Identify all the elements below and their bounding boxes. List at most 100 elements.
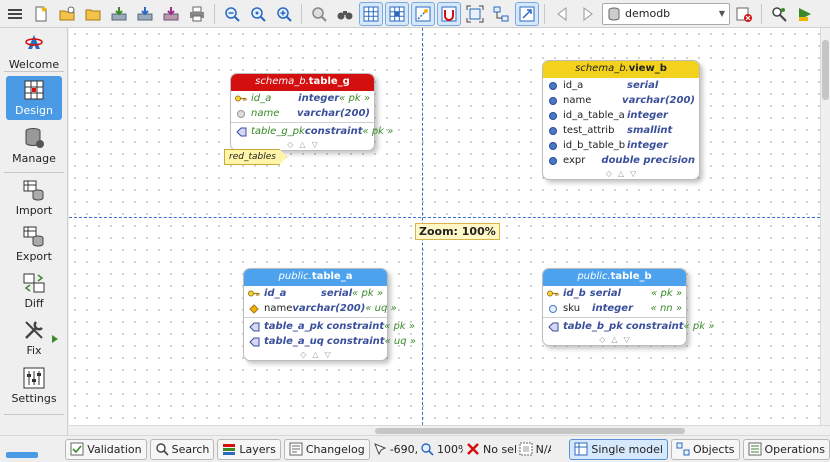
view-row[interactable]: id_a serial — [543, 78, 699, 93]
table-schema-b-table-g[interactable]: schema_b.table_g id_a integer « pk » nam… — [230, 73, 393, 151]
table-public-table-b[interactable]: public.table_b id_b serial « pk » sku in… — [542, 268, 714, 346]
overview-icon[interactable] — [437, 1, 461, 26]
primary-key-icon — [235, 94, 247, 104]
objects-button[interactable]: Objects — [670, 438, 740, 460]
zoom-in-icon[interactable] — [272, 2, 296, 26]
view-row[interactable]: name varchar(200) — [543, 93, 699, 108]
sidebar-item-label: Diff — [24, 297, 44, 310]
table-row[interactable]: id_a integer « pk » — [231, 91, 374, 106]
sidebar-item-settings[interactable]: Settings — [6, 366, 62, 405]
objects-count-icon — [519, 442, 533, 456]
layers-button[interactable]: Layers — [217, 438, 281, 460]
column-name: name — [251, 108, 280, 119]
table-row[interactable]: table_a_uq constraint « uq » — [244, 334, 416, 349]
table-row[interactable]: table_g_pk constraint « pk » — [231, 124, 393, 139]
binoculars-icon[interactable] — [333, 2, 357, 26]
fix-expand-icon[interactable] — [52, 335, 58, 343]
table-footer-toggles[interactable]: ◇ △ ▽ — [543, 334, 686, 345]
close-model-icon[interactable] — [732, 2, 756, 26]
expand-icon[interactable]: ◇ — [599, 335, 605, 344]
search-button[interactable]: Search — [149, 438, 215, 460]
show-grid-icon[interactable] — [359, 1, 383, 26]
view-row[interactable]: test_attrib smallint — [543, 123, 699, 138]
collapse-up-icon[interactable]: △ — [618, 169, 624, 178]
save-all-icon[interactable] — [159, 2, 183, 26]
changelog-button[interactable]: Changelog — [283, 438, 370, 460]
table-row[interactable]: id_a serial « pk » — [244, 286, 387, 301]
column-type: varchar(200) — [297, 108, 370, 119]
sidebar-item-manage[interactable]: Manage — [6, 126, 62, 165]
expand-icon[interactable]: ◇ — [606, 169, 612, 178]
single-model-button[interactable]: Single model — [569, 438, 668, 460]
model-canvas[interactable]: schema_b.table_g id_a integer « pk » nam… — [69, 28, 820, 425]
collapse-up-icon[interactable]: △ — [312, 350, 318, 359]
toolbar-separator — [761, 3, 762, 24]
vertical-scrollbar[interactable] — [820, 28, 830, 425]
scrollbar-thumb[interactable] — [822, 40, 829, 100]
table-public-table-a[interactable]: public.table_a id_a serial « pk » name v… — [243, 268, 416, 361]
sidebar-collapse-handle[interactable] — [6, 452, 38, 458]
view-row[interactable]: id_a_table_a integer — [543, 108, 699, 123]
table-row[interactable]: name varchar(200) — [231, 106, 374, 121]
open-recent-icon[interactable] — [55, 2, 79, 26]
operations-button[interactable]: Operations — [742, 438, 830, 460]
arrange-objects-icon[interactable] — [489, 2, 513, 26]
table-footer-toggles[interactable]: ◇ △ ▽ — [231, 139, 374, 150]
fit-to-view-icon[interactable] — [463, 2, 487, 26]
database-selector[interactable]: demodb ▼ — [602, 2, 730, 25]
collapse-down-icon[interactable]: ▽ — [624, 335, 630, 344]
collapse-up-icon[interactable]: △ — [611, 335, 617, 344]
zoom-out-icon[interactable] — [220, 2, 244, 26]
previous-model-icon[interactable] — [550, 2, 574, 26]
view-row[interactable]: expr double precision — [543, 153, 699, 168]
table-row[interactable]: id_b serial « pk » — [543, 286, 686, 301]
show-delimiters-icon[interactable] — [411, 1, 435, 26]
print-icon[interactable] — [185, 2, 209, 26]
magnifier-icon[interactable] — [307, 2, 331, 26]
expand-canvas-icon[interactable] — [515, 1, 539, 26]
sidebar-item-import[interactable]: Import — [6, 178, 62, 217]
collapse-down-icon[interactable]: ▽ — [325, 350, 331, 359]
table-footer-toggles[interactable]: ◇ △ ▽ — [244, 349, 387, 360]
open-folder-icon[interactable] — [81, 2, 105, 26]
table-row[interactable]: table_b_pk constraint « pk » — [543, 319, 714, 334]
view-footer-toggles[interactable]: ◇ △ ▽ — [543, 168, 699, 179]
sidebar-item-design[interactable]: Design — [6, 76, 62, 120]
zoom-reset-icon[interactable] — [246, 2, 270, 26]
expand-icon[interactable]: ◇ — [287, 140, 293, 149]
sidebar-item-export[interactable]: Export — [6, 224, 62, 263]
plugins-icon[interactable] — [767, 2, 791, 26]
horizontal-scrollbar[interactable] — [69, 425, 830, 435]
database-selector-value: demodb — [625, 7, 671, 20]
table-row[interactable]: table_a_pk constraint « pk » — [244, 319, 415, 334]
new-model-icon[interactable] — [29, 2, 53, 26]
table-name: table_g — [308, 76, 350, 87]
collapse-up-icon[interactable]: △ — [299, 140, 305, 149]
view-schema-b-view-b[interactable]: schema_b.view_b id_a serial name varchar(2… — [542, 60, 700, 180]
collapse-down-icon[interactable]: ▽ — [312, 140, 318, 149]
view-column-icon — [547, 126, 559, 136]
sidebar-item-welcome[interactable]: Welcome — [6, 32, 62, 71]
expand-icon[interactable]: ◇ — [300, 350, 306, 359]
validation-button[interactable]: Validation — [65, 438, 147, 460]
cursor-position-value: -690, -: — [389, 442, 418, 456]
scrollbar-thumb[interactable] — [375, 428, 685, 434]
constraint-name: table_a_uq — [264, 336, 324, 347]
table-name: table_b — [610, 271, 652, 282]
next-model-icon[interactable] — [576, 2, 600, 26]
collapse-down-icon[interactable]: ▽ — [630, 169, 636, 178]
table-row[interactable]: sku integer « nn » — [543, 301, 686, 316]
zoom-status: 100% — [420, 442, 463, 456]
run-icon[interactable] — [793, 2, 817, 26]
column-name: id_b — [563, 288, 586, 299]
save-as-icon[interactable] — [133, 2, 157, 26]
column-name: id_a — [251, 93, 272, 104]
table-row[interactable]: name varchar(200) « uq » — [244, 301, 397, 316]
tag-label[interactable]: red_tables — [224, 149, 287, 165]
column-type: serial — [320, 288, 353, 299]
view-row[interactable]: id_b_table_b integer — [543, 138, 699, 153]
menu-icon[interactable] — [3, 2, 27, 26]
save-icon[interactable] — [107, 2, 131, 26]
align-grid-icon[interactable] — [385, 1, 409, 26]
sidebar-item-diff[interactable]: Diff — [6, 271, 62, 310]
